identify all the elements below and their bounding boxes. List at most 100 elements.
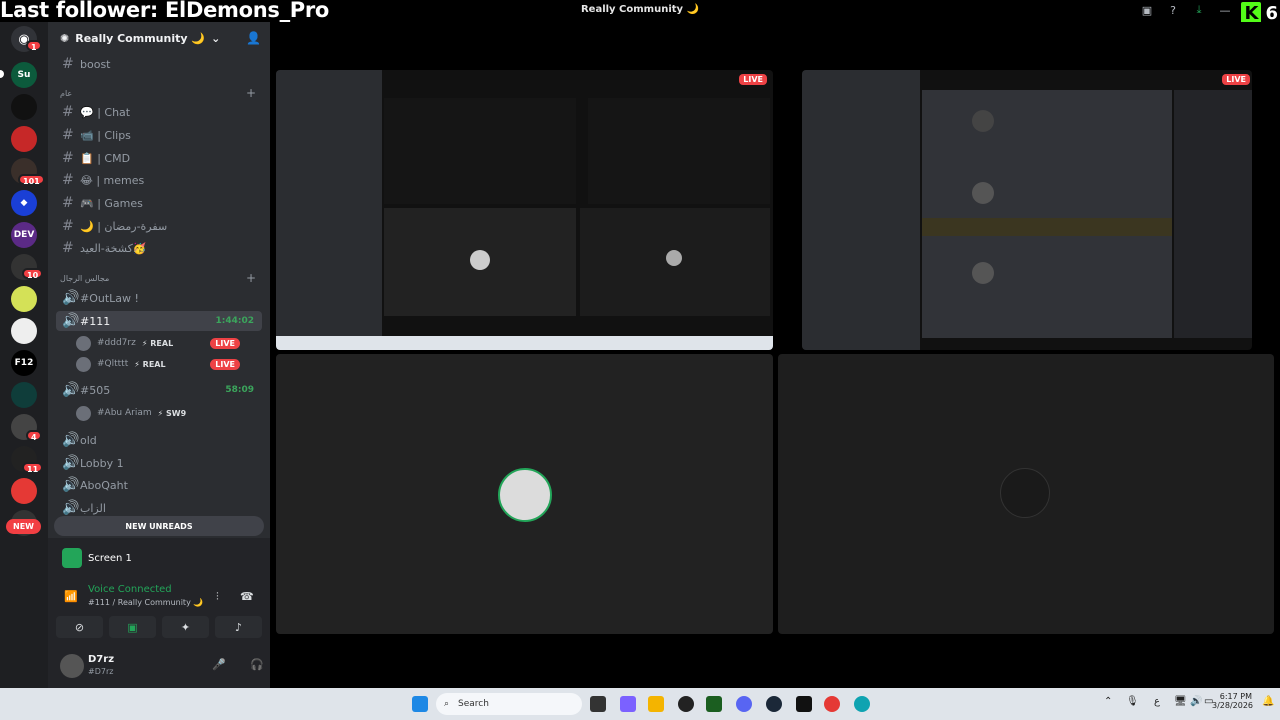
speaker-icon: 🔊 <box>62 500 80 516</box>
server-icon-8[interactable] <box>11 286 37 312</box>
add-channel-icon[interactable]: + <box>246 86 256 100</box>
nvidia-icon[interactable] <box>706 696 722 712</box>
server-icon-3[interactable] <box>11 126 37 152</box>
chevron-down-icon: ⌄ <box>211 31 221 45</box>
signal-icon: 📶 <box>64 590 78 603</box>
network-icon[interactable]: 🖥 <box>1174 696 1187 707</box>
voice-channel-last[interactable]: 🔊 الزاب <box>56 498 262 518</box>
server-icon-6[interactable]: DEV <box>11 222 37 248</box>
volume-icon[interactable]: 🔊 <box>1190 696 1202 707</box>
voice-connected-status[interactable]: Voice Connected <box>88 584 172 595</box>
server-icon-14[interactable] <box>11 478 37 504</box>
stream-tile-1[interactable]: LIVE <box>276 70 773 350</box>
language-icon[interactable]: ع <box>1154 696 1160 707</box>
server-icon-su[interactable]: Su <box>11 62 37 88</box>
notifications-icon[interactable]: 🔔 <box>1262 696 1274 707</box>
mic-icon[interactable]: 🎤 <box>212 658 226 671</box>
obs-icon[interactable] <box>678 696 694 712</box>
copilot-icon[interactable] <box>620 696 636 712</box>
headphones-icon[interactable]: 🎧 <box>250 658 264 671</box>
discord-icon[interactable] <box>736 696 752 712</box>
screen-share-row[interactable]: Screen 1 <box>62 548 132 568</box>
stream-content <box>802 70 920 350</box>
chrome-icon[interactable] <box>824 696 840 712</box>
disconnect-icon[interactable]: ☎ <box>240 590 254 603</box>
server-icon-11[interactable] <box>11 382 37 408</box>
voice-user-3[interactable]: #Abu Ariam ⚡ SW9 <box>76 403 262 423</box>
voice-channel-outlaw[interactable]: 🔊 #OutLaw ! <box>56 288 262 308</box>
task-view-icon[interactable] <box>590 696 606 712</box>
soundboard-button[interactable]: ♪ <box>215 616 262 638</box>
server-icon-5[interactable]: ◆ <box>11 190 37 216</box>
channel-chat[interactable]: # 💬 | Chat <box>56 102 262 122</box>
inbox-icon[interactable]: ▣ <box>1140 3 1154 17</box>
new-badge[interactable]: NEW <box>6 519 41 534</box>
voice-channel-505[interactable]: 🔊 #505 58:09 <box>56 380 262 400</box>
user-area[interactable]: D7rz #D7rz 🎤 🎧 ⚙ <box>60 652 296 682</box>
server-name: Really Community 🌙 <box>75 31 206 45</box>
avatar <box>498 468 552 522</box>
taskbar-search[interactable]: ⌕ Search <box>436 693 582 715</box>
channel-games[interactable]: # 🎮 | Games <box>56 193 262 213</box>
camera-off-button[interactable]: ⊘ <box>56 616 103 638</box>
channel-ramadan[interactable]: # 🌙 | سفرة-رمضان <box>56 216 262 236</box>
voice-channel-info[interactable]: #111 / Really Community 🌙 <box>88 598 203 607</box>
server-icon-10[interactable]: F12 <box>11 350 37 376</box>
add-channel-icon[interactable]: + <box>246 271 256 285</box>
participant-tile-1[interactable] <box>276 354 773 634</box>
category-voice[interactable]: مجالس الرجال + <box>56 271 262 285</box>
channel-memes[interactable]: # 😂 | memes <box>56 170 262 190</box>
speaker-icon: 🔊 <box>62 477 80 493</box>
screen-share-button[interactable]: ▣ <box>109 616 156 638</box>
voice-user-1[interactable]: #ddd7rz ⚡ REAL LIVE <box>76 333 262 353</box>
avatar[interactable] <box>60 654 84 678</box>
server-icon-9[interactable] <box>11 318 37 344</box>
clock[interactable]: 6:17 PM 3/28/2026 <box>1212 692 1253 710</box>
download-icon[interactable]: ⤓ <box>1192 3 1206 17</box>
server-badge-10: 10 <box>22 268 44 280</box>
hash-icon: # <box>62 195 74 211</box>
windows-taskbar: ⌕ Search ⌃ 🎙 ع 🖥 🔊 ▭ 6:17 PM 3/28/2026 🔔 <box>0 688 1280 720</box>
file-explorer-icon[interactable] <box>648 696 664 712</box>
edge-icon[interactable] <box>854 696 870 712</box>
home-badge: 1 <box>26 40 42 52</box>
help-icon[interactable]: ? <box>1166 3 1180 17</box>
stream-content <box>922 90 1172 338</box>
category-general[interactable]: عام + <box>56 86 262 100</box>
server-icon-2[interactable] <box>11 94 37 120</box>
new-unreads-button[interactable]: NEW UNREADS <box>54 516 264 536</box>
stream-taskbar <box>276 336 773 350</box>
voice-channel-lobby[interactable]: 🔊 Lobby 1 <box>56 453 262 473</box>
live-badge: LIVE <box>1222 74 1250 85</box>
voice-duration: 58:09 <box>225 385 254 395</box>
server-header[interactable]: ✺ Really Community 🌙 ⌄ 👤 <box>48 22 270 54</box>
noise-suppression-icon[interactable]: ⫶ <box>216 590 219 604</box>
minimize-icon[interactable]: — <box>1218 3 1232 17</box>
chevron-up-icon[interactable]: ⌃ <box>1104 696 1112 707</box>
channel-boost[interactable]: # boost <box>56 54 262 74</box>
server-badge-101: 101 <box>18 174 45 186</box>
voice-channel-aboqaht[interactable]: 🔊 AboQaht <box>56 475 262 495</box>
voice-channel-old[interactable]: 🔊 old <box>56 430 262 450</box>
game-icon[interactable] <box>796 696 812 712</box>
invite-people-icon[interactable]: 👤 <box>246 31 261 45</box>
channel-clips[interactable]: # 📹 | Clips <box>56 125 262 145</box>
hash-icon: # <box>62 240 74 256</box>
server-icon: ✺ <box>60 31 70 45</box>
titlebar-icons: ▣ ? ⤓ — <box>1140 3 1232 17</box>
channel-eid[interactable]: # كشخة-العيد🥳 <box>56 238 262 258</box>
stream-tile-2[interactable]: LIVE <box>802 70 1252 350</box>
mic-icon[interactable]: 🎙 <box>1126 696 1139 707</box>
voice-channel-111[interactable]: 🔊 #111 1:44:02 <box>56 311 262 331</box>
start-icon[interactable] <box>412 696 428 712</box>
speaker-icon: 🔊 <box>62 313 80 329</box>
hash-icon: # <box>62 104 74 120</box>
voice-user-2[interactable]: #Qltttt ⚡ REAL LIVE <box>76 354 262 374</box>
steam-icon[interactable] <box>766 696 782 712</box>
activities-button[interactable]: ✦ <box>162 616 209 638</box>
window-titlebar: Last follower: ElDemons_Pro Really Commu… <box>0 0 1280 24</box>
participant-tile-2[interactable] <box>778 354 1274 634</box>
channel-cmd[interactable]: # 📋 | CMD <box>56 148 262 168</box>
stream-content <box>384 98 576 204</box>
kick-logo-icon: K <box>1241 2 1262 24</box>
